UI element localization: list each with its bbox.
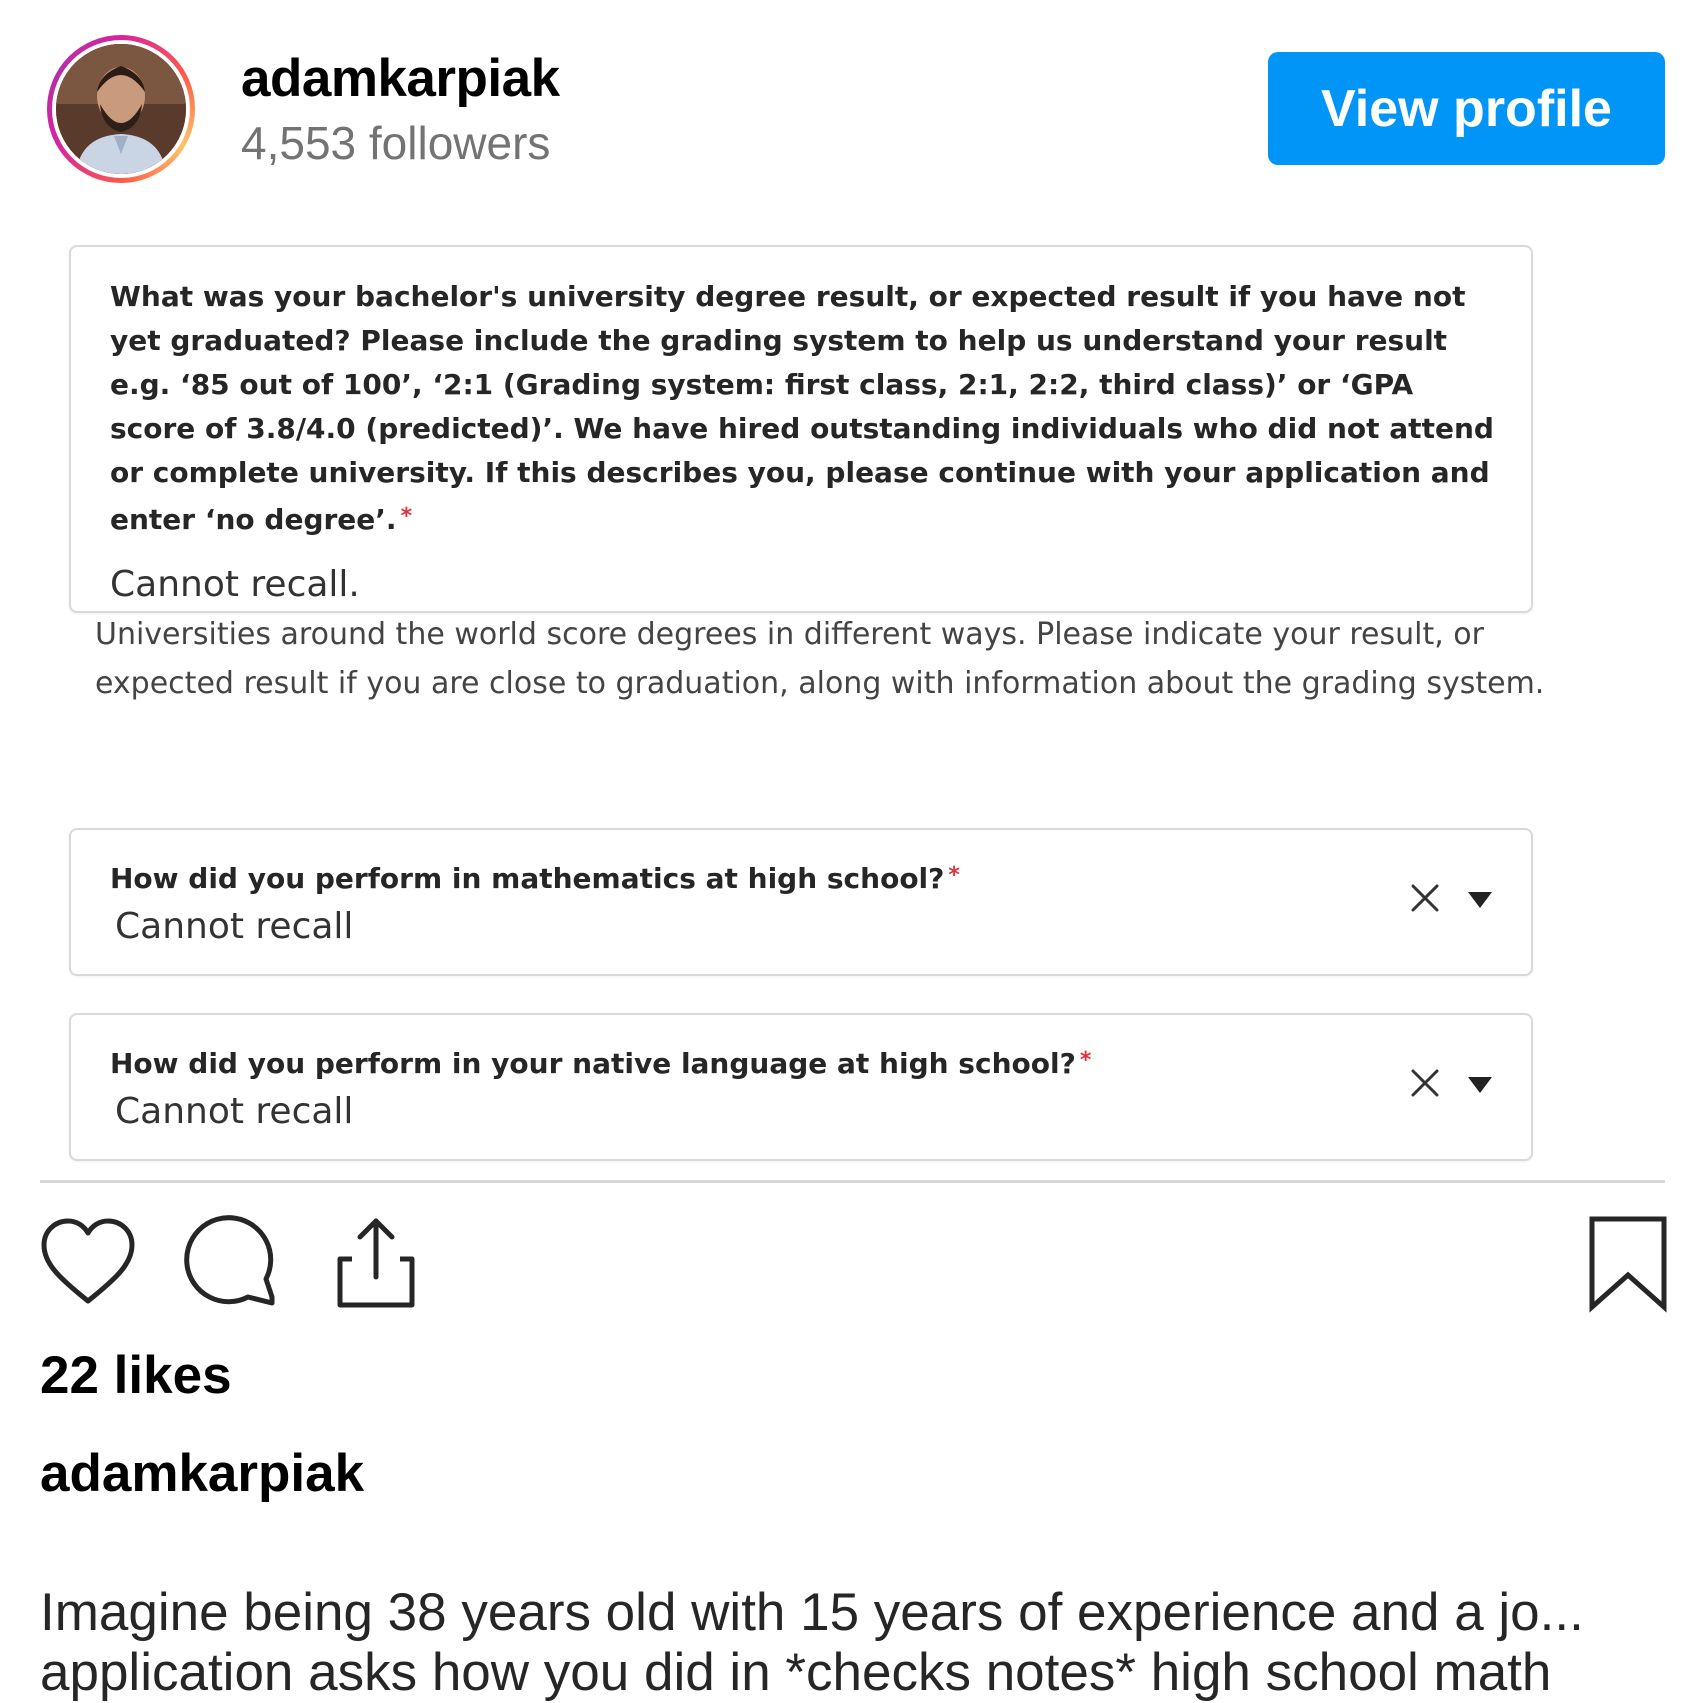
required-asterisk: *	[948, 863, 960, 888]
divider	[40, 1180, 1665, 1183]
share-icon[interactable]	[326, 1213, 426, 1313]
caption-text: Imagine being 38 years old with 15 years…	[40, 1583, 1665, 1703]
required-asterisk: *	[400, 504, 413, 529]
post-image[interactable]: What was your bachelor's university degr…	[40, 220, 1665, 1170]
caption-username[interactable]: adamkarpiak	[40, 1443, 364, 1504]
caption-line: Imagine being 38 years old with 15 years…	[40, 1583, 1584, 1642]
clear-icon	[1411, 1069, 1439, 1097]
language-performance-select: How did you perform in your native langu…	[69, 1013, 1533, 1161]
follower-count: 4,553 followers	[241, 117, 551, 169]
post-header: adamkarpiak 4,553 followers View profile	[0, 0, 1700, 200]
chevron-down-icon	[1468, 1077, 1492, 1093]
math-performance-select: How did you perform in mathematics at hi…	[69, 828, 1533, 976]
avatar[interactable]	[56, 44, 186, 174]
degree-answer: Cannot recall.	[110, 564, 360, 605]
language-question: How did you perform in your native langu…	[110, 1047, 1092, 1080]
avatar-photo	[56, 44, 186, 174]
required-asterisk: *	[1079, 1048, 1092, 1073]
comment-icon[interactable]	[182, 1213, 282, 1313]
story-ring[interactable]	[47, 35, 195, 183]
caption-line: application asks how you did in *checks …	[40, 1643, 1552, 1702]
clear-icon	[1411, 884, 1439, 912]
username[interactable]: adamkarpiak	[241, 48, 560, 109]
heart-icon[interactable]	[38, 1213, 138, 1313]
degree-question: What was your bachelor's university degr…	[110, 280, 1494, 536]
bookmark-icon[interactable]	[1578, 1213, 1678, 1313]
view-profile-button[interactable]: View profile	[1268, 52, 1665, 165]
math-question: How did you perform in mathematics at hi…	[110, 862, 960, 895]
chevron-down-icon	[1468, 892, 1492, 908]
degree-helper-text: Universities around the world score degr…	[95, 617, 1545, 701]
math-answer: Cannot recall	[115, 906, 354, 947]
language-answer: Cannot recall	[115, 1091, 354, 1132]
like-count[interactable]: 22 likes	[40, 1345, 232, 1406]
degree-result-field: What was your bachelor's university degr…	[69, 245, 1533, 613]
